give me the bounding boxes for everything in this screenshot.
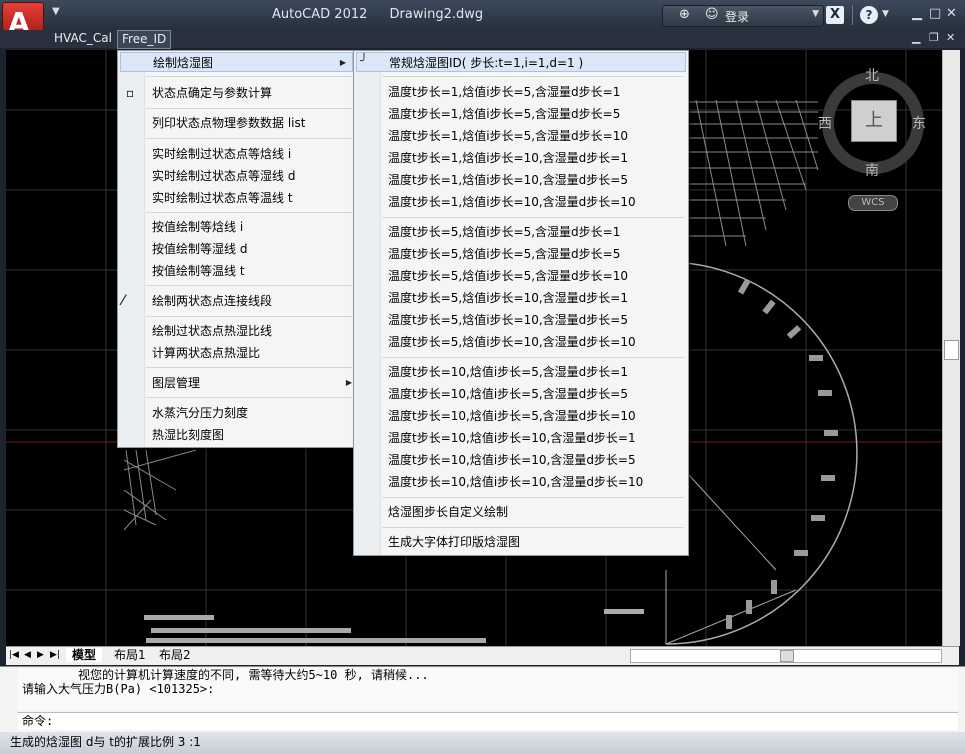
compass-south[interactable]: 南 [865, 160, 879, 180]
document-name: Drawing2.dwg [389, 7, 484, 22]
menu-item-calc-ratio[interactable]: 计算两状态点热湿比 [152, 343, 260, 363]
status-text: 生成的焓湿图 d与 t的扩展比例 3 :1 [10, 735, 201, 749]
menu-item-value-t[interactable]: 按值绘制等温线 t [152, 261, 245, 281]
submenu-item-t1-i5-d5[interactable]: 温度t步长=1,焓值i步长=5,含湿量d步长=5 [388, 104, 620, 124]
arc-tick-labels [726, 279, 838, 629]
menu-item-ratio-line[interactable]: 绘制过状态点热湿比线 [152, 321, 272, 341]
app-name: AutoCAD 2012 [272, 7, 368, 22]
submenu-item-t10-i10-d5[interactable]: 温度t步长=10,焓值i步长=10,含湿量d步长=5 [388, 450, 636, 470]
submenu-item-t1-i10-d5[interactable]: 温度t步长=1,焓值i步长=10,含湿量d步长=5 [388, 170, 628, 190]
doc-minimize-icon[interactable]: ▁ [912, 31, 920, 44]
menu-item-realtime-d[interactable]: 实时绘制过状态点等湿线 d [152, 166, 295, 186]
bar-mark [151, 628, 351, 633]
last-tab-icon[interactable]: ▶| [50, 648, 60, 662]
submenu-item-t10-i5-d5[interactable]: 温度t步长=10,焓值i步长=5,含湿量d步长=5 [388, 384, 628, 404]
draw-chart-submenu: 常规焓湿图ID( 步长:t=1,i=1,d=1 ) ╯ 温度t步长=1,焓值i步… [353, 50, 689, 556]
tab-free-id[interactable]: Free_ID [117, 30, 172, 49]
maximize-icon[interactable]: □ [929, 6, 941, 21]
tab-model[interactable]: 模型 [66, 648, 103, 662]
bar-mark [144, 615, 214, 620]
heat-moisture-ratio-arc [665, 261, 858, 645]
status-bar: 生成的焓湿图 d与 t的扩展比例 3 :1 [0, 732, 965, 754]
vertical-scroll-thumb[interactable] [944, 340, 959, 360]
submenu-item-t5-i10-d1[interactable]: 温度t步长=5,焓值i步长=10,含湿量d步长=1 [388, 288, 628, 308]
close-icon[interactable]: ✕ [946, 6, 957, 21]
binoculars-icon[interactable]: ⊕ [679, 7, 690, 22]
tab-layout2[interactable]: 布局2 [159, 648, 191, 662]
exchange-button[interactable]: X [826, 6, 844, 24]
doc-close-icon[interactable]: ✕ [946, 31, 955, 44]
first-tab-icon[interactable]: |◀ [9, 648, 19, 662]
help-button[interactable]: ? [860, 6, 878, 24]
submenu-item-custom-step[interactable]: 焓湿图步长自定义绘制 [388, 502, 508, 522]
submenu-item-t10-i5-d10[interactable]: 温度t步长=10,焓值i步长=5,含湿量d步长=10 [388, 406, 636, 426]
submenu-item-standard[interactable]: 常规焓湿图ID( 步长:t=1,i=1,d=1 ) [356, 52, 686, 72]
chevron-down-icon[interactable]: ▼ [882, 9, 889, 19]
menu-item-layer-manager[interactable]: 图层管理 ▶ [152, 373, 352, 393]
menu-item-value-d[interactable]: 按值绘制等湿线 d [152, 239, 247, 259]
user-icon: ☺ [705, 7, 719, 22]
submenu-arrow-icon: ▶ [345, 378, 352, 387]
command-input[interactable]: 命令: [18, 712, 958, 730]
submenu-item-t10-i10-d1[interactable]: 温度t步长=10,焓值i步长=10,含湿量d步长=1 [388, 428, 636, 448]
compass-west[interactable]: 西 [818, 113, 832, 133]
horizontal-scroll-thumb[interactable] [780, 650, 794, 662]
wcs-menu[interactable]: WCS [848, 195, 898, 211]
menu-item-draw-chart[interactable]: 绘制焓湿图 ▶ [120, 52, 353, 72]
window-title: AutoCAD 2012 Drawing2.dwg [272, 7, 501, 22]
submenu-arrow-icon: ▶ [339, 58, 346, 67]
hvac-main-menu: 绘制焓湿图 ▶ ▫ 状态点确定与参数计算 列印状态点物理参数数据 list 实时绘… [117, 50, 356, 448]
submenu-item-t10-i10-d10[interactable]: 温度t步长=10,焓值i步长=10,含湿量d步长=10 [388, 472, 643, 492]
bar-mark [604, 609, 644, 614]
submenu-item-t10-i5-d1[interactable]: 温度t步长=10,焓值i步长=5,含湿量d步长=1 [388, 362, 628, 382]
submenu-item-large-font-print[interactable]: 生成大字体打印版焓湿图 [388, 532, 520, 552]
submenu-item-t1-i10-d10[interactable]: 温度t步长=1,焓值i步长=10,含湿量d步长=10 [388, 192, 636, 212]
menu-item-ratio-scale[interactable]: 热湿比刻度图 [152, 425, 224, 445]
submenu-item-t1-i5-d10[interactable]: 温度t步长=1,焓值i步长=5,含湿量d步长=10 [388, 126, 628, 146]
menu-item-list-params[interactable]: 列印状态点物理参数数据 list [152, 113, 305, 133]
tab-hvac-cal[interactable]: HVAC_Cal [50, 30, 116, 47]
minimize-icon[interactable]: ▁ [912, 6, 922, 21]
tab-layout1[interactable]: 布局1 [114, 648, 146, 662]
submenu-item-t1-i5-d1[interactable]: 温度t步长=1,焓值i步长=5,含湿量d步长=1 [388, 82, 620, 102]
submenu-item-t5-i10-d10[interactable]: 温度t步长=5,焓值i步长=10,含湿量d步长=10 [388, 332, 636, 352]
menu-item-vapor-pressure[interactable]: 水蒸汽分压力刻度 [152, 403, 248, 423]
history-line: 视您的计算机计算速度的不同, 需等待大约5~10 秒, 请稍候... [78, 668, 429, 682]
doc-restore-icon[interactable]: ❐ [929, 31, 939, 44]
compass-north[interactable]: 北 [865, 65, 879, 85]
submenu-item-t5-i5-d1[interactable]: 温度t步长=5,焓值i步长=5,含湿量d步长=1 [388, 222, 620, 242]
chart-curve-icon: ╯ [360, 54, 368, 69]
history-line: 请输入大气压力B(Pa) <101325>: [22, 682, 215, 696]
login-label[interactable]: 登录 [725, 8, 749, 25]
infocenter-bar[interactable]: ⊕ ☺ 登录 ▼ [662, 5, 824, 27]
compass-east[interactable]: 东 [912, 113, 926, 133]
divider [852, 5, 853, 25]
bar-mark [146, 638, 486, 643]
menu-item-value-i[interactable]: 按值绘制等焓线 i [152, 217, 243, 237]
menu-item-connect-points[interactable]: 绘制两状态点连接线段 [152, 291, 272, 311]
chart-mesh-top [688, 99, 819, 247]
quick-access-dropdown[interactable]: ▼ [52, 6, 60, 17]
next-tab-icon[interactable]: ▶ [37, 648, 44, 662]
chevron-down-icon[interactable]: ▼ [812, 9, 819, 19]
prev-tab-icon[interactable]: ◀ [24, 648, 31, 662]
submenu-item-t5-i10-d5[interactable]: 温度t步长=5,焓值i步长=10,含湿量d步长=5 [388, 310, 628, 330]
chart-mesh-left [123, 449, 197, 531]
viewcube-top-face[interactable]: 上 [851, 100, 897, 142]
menu-item-realtime-t[interactable]: 实时绘制过状态点等温线 t [152, 188, 293, 208]
submenu-item-t1-i10-d1[interactable]: 温度t步长=1,焓值i步长=10,含湿量d步长=1 [388, 148, 628, 168]
submenu-item-t5-i5-d5[interactable]: 温度t步长=5,焓值i步长=5,含湿量d步长=5 [388, 244, 620, 264]
menu-item-state-point[interactable]: 状态点确定与参数计算 [152, 83, 272, 103]
submenu-item-t5-i5-d10[interactable]: 温度t步长=5,焓值i步长=5,含湿量d步长=10 [388, 266, 628, 286]
line-segment-icon: ⁄ [122, 293, 125, 309]
menu-item-realtime-i[interactable]: 实时绘制过状态点等焓线 i [152, 144, 291, 164]
command-prompt: 命令: [22, 714, 54, 728]
command-history: 视您的计算机计算速度的不同, 需等待大约5~10 秒, 请稍候... 请输入大气… [18, 668, 958, 710]
state-point-icon: ▫ [126, 86, 135, 100]
